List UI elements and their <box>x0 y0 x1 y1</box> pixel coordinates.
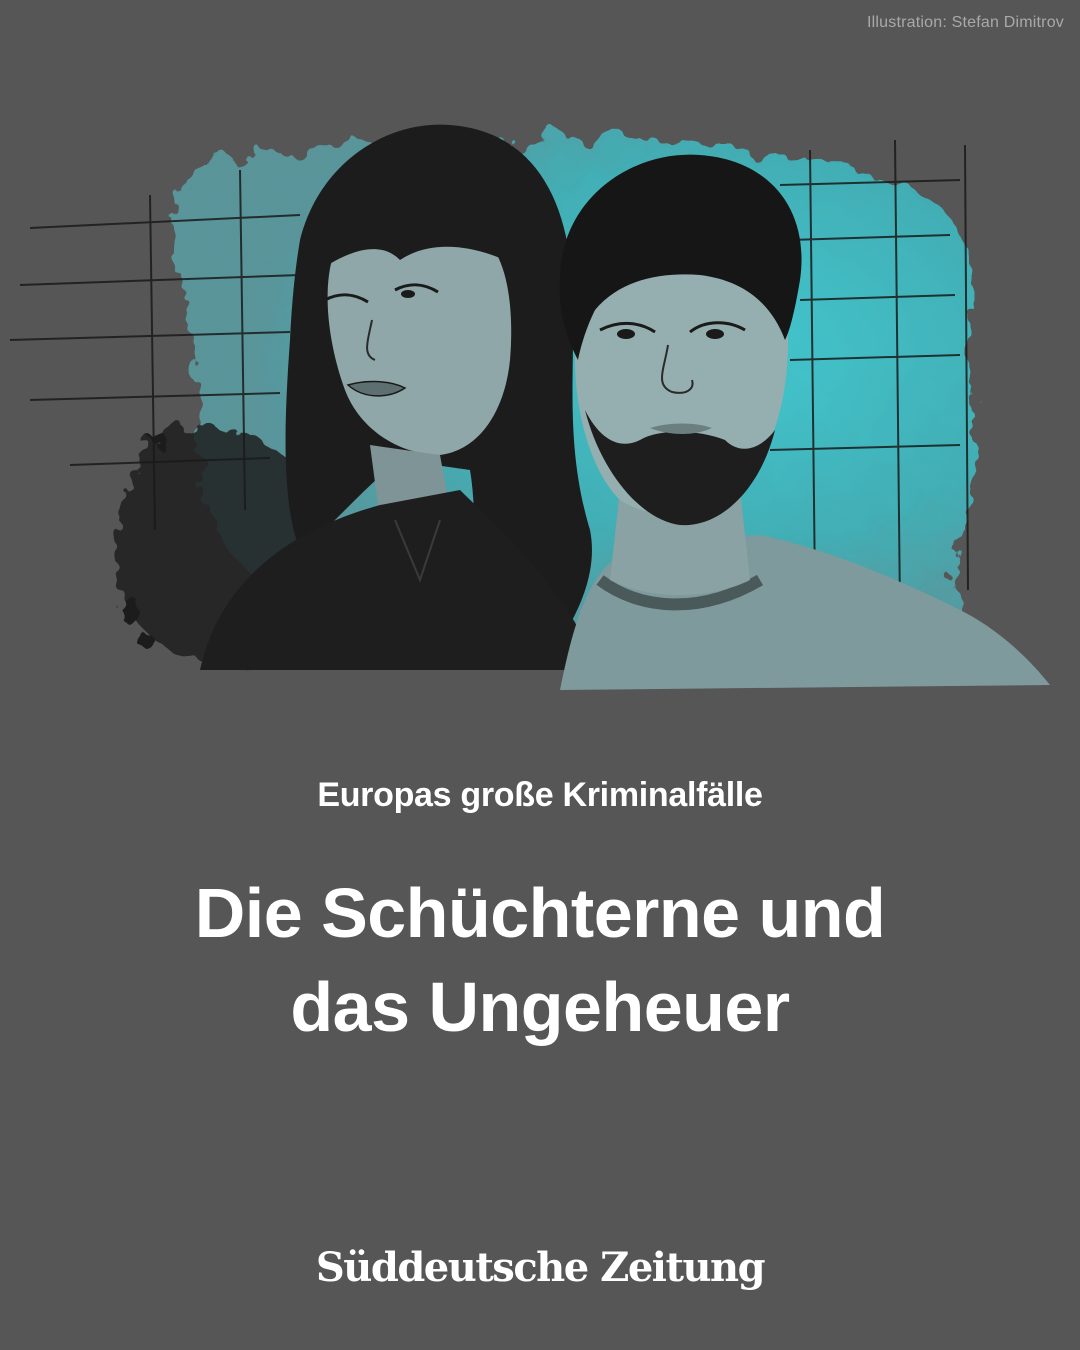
series-kicker: Europas große Kriminalfälle <box>317 776 763 814</box>
brand-logo: Süddeutsche Zeitung <box>315 1244 766 1291</box>
headline-line-1: Die Schüchterne und <box>194 874 886 952</box>
illustration-two-portraits <box>9 124 1050 690</box>
cover-page: Illustration: Stefan Dimitrov Europas gr… <box>0 0 1080 1350</box>
illustration-credit: Illustration: Stefan Dimitrov <box>867 14 1064 31</box>
headline: Die Schüchterne und das Ungeheuer <box>0 866 1080 1054</box>
headline-line-2: das Ungeheuer <box>290 968 790 1046</box>
